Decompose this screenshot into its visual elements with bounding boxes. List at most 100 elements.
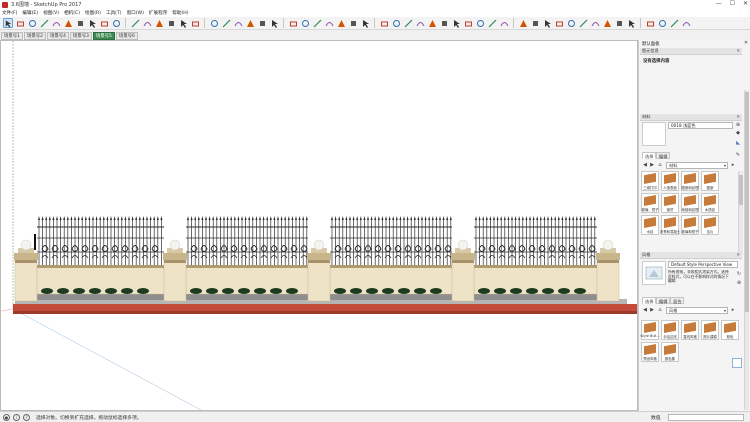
materials-tab-edit[interactable]: 编辑: [656, 152, 671, 159]
scene-tab-5[interactable]: 场景号5: [92, 32, 115, 40]
menu-view[interactable]: 视图(V): [43, 10, 59, 16]
curve-icon[interactable]: [463, 18, 473, 28]
materials-icon[interactable]: [312, 18, 322, 28]
material-item[interactable]: 地毯和纹理: [681, 193, 699, 213]
protractor-icon[interactable]: [542, 18, 552, 28]
fence-model[interactable]: [13, 216, 637, 314]
rotate-icon[interactable]: [130, 18, 140, 28]
export-icon[interactable]: [657, 18, 667, 28]
geo-location-icon[interactable]: ●: [3, 413, 10, 421]
styles-header[interactable]: 风格 ✕: [640, 252, 742, 259]
styles-collection-dropdown[interactable]: 风格 ▾: [666, 307, 728, 314]
styles-forward-icon[interactable]: ▶: [649, 307, 655, 313]
menu-window[interactable]: 窗口(W): [127, 10, 144, 16]
material-item[interactable]: 木质纹: [701, 193, 719, 213]
outer-shell-icon[interactable]: [403, 18, 413, 28]
scene-tab-1[interactable]: 场景号1: [1, 32, 23, 40]
pan-icon[interactable]: [233, 18, 243, 28]
sample-paint-dropper-icon[interactable]: ✎: [735, 152, 741, 158]
maximize-button[interactable]: ☐: [730, 0, 735, 7]
ruler-icon[interactable]: [518, 18, 528, 28]
arc-tool-icon[interactable]: [475, 18, 485, 28]
material-item[interactable]: 窗帘: [661, 193, 679, 213]
shape-dropdown-icon[interactable]: [87, 18, 97, 28]
scene-tab-4[interactable]: 场景号3: [69, 32, 92, 40]
arc-icon[interactable]: [51, 18, 61, 28]
orbit-icon[interactable]: [221, 18, 231, 28]
bezier-icon[interactable]: [487, 18, 497, 28]
position-camera-icon[interactable]: [626, 18, 636, 28]
line-dropdown-icon[interactable]: [39, 18, 49, 28]
walk-icon[interactable]: [602, 18, 612, 28]
style-item[interactable]: Style Buil...: [640, 320, 660, 340]
styles-icon[interactable]: [324, 18, 334, 28]
measurements-input[interactable]: [668, 414, 744, 421]
minimize-button[interactable]: —: [716, 0, 722, 7]
warehouse-icon[interactable]: [288, 18, 298, 28]
back-icon[interactable]: ◀: [642, 162, 648, 168]
material-name-field[interactable]: 0018 浅蓝色: [668, 122, 733, 129]
materials-close-icon[interactable]: ✕: [736, 115, 740, 120]
material-item[interactable]: 图案和纹理: [681, 171, 699, 191]
menu-file[interactable]: 文件(F): [2, 10, 17, 16]
components-icon[interactable]: [300, 18, 310, 28]
material-item[interactable]: 玻璃和镜子: [681, 215, 699, 235]
styles-close-icon[interactable]: ✕: [736, 253, 740, 258]
menu-camera[interactable]: 相机(C): [64, 10, 80, 16]
materials-scroll-thumb[interactable]: [739, 175, 743, 205]
materials-header[interactable]: 材料 ✕: [640, 114, 742, 121]
style-item[interactable]: 颜色集: [661, 342, 679, 362]
style-item[interactable]: 照片建模: [701, 320, 719, 340]
style-secondary-preview[interactable]: [732, 358, 742, 368]
model-view[interactable]: [1, 41, 637, 410]
union-icon[interactable]: [415, 18, 425, 28]
menu-extensions[interactable]: 扩展程序: [149, 10, 167, 16]
material-item[interactable]: 沥青和混凝土: [660, 215, 680, 235]
style-item[interactable]: 颜色: [721, 320, 739, 340]
entity-info-close-icon[interactable]: ✕: [736, 49, 740, 54]
material-item[interactable]: 水纹: [641, 215, 659, 235]
create-style-icon[interactable]: ⊕: [736, 280, 742, 286]
offset-icon[interactable]: [154, 18, 164, 28]
arc-dropdown-icon[interactable]: [63, 18, 73, 28]
split-icon[interactable]: [451, 18, 461, 28]
materials-collection-dropdown[interactable]: 材料 ▾: [666, 162, 728, 169]
zoom-extents-icon[interactable]: [257, 18, 267, 28]
forward-icon[interactable]: ▶: [649, 162, 655, 168]
dim-icon[interactable]: [530, 18, 540, 28]
create-material-icon[interactable]: ⊕: [735, 122, 741, 128]
style-item[interactable]: 预设风格: [641, 342, 659, 362]
credits-icon[interactable]: i: [13, 413, 20, 421]
material-item[interactable]: 瓦片: [701, 215, 719, 235]
material-item[interactable]: 人造表面: [661, 171, 679, 191]
follow-me-icon[interactable]: [379, 18, 389, 28]
tray-scrollbar[interactable]: [744, 90, 749, 410]
zoom-icon[interactable]: [245, 18, 255, 28]
scene-tab-3[interactable]: 场景号4: [46, 32, 69, 40]
render-icon[interactable]: [669, 18, 679, 28]
material-item[interactable]: 图案: [701, 171, 719, 191]
tape-measure-icon[interactable]: [166, 18, 176, 28]
trim-icon[interactable]: [439, 18, 449, 28]
camera-icon[interactable]: [590, 18, 600, 28]
menu-tools[interactable]: 工具(T): [106, 10, 122, 16]
tray-scroll-thumb[interactable]: [745, 92, 749, 312]
select-icon[interactable]: [3, 18, 13, 28]
push-pull-icon[interactable]: [99, 18, 109, 28]
styles-tab-mix[interactable]: 混合: [670, 297, 685, 304]
update-style-icon[interactable]: ↻: [736, 271, 742, 277]
details-arrow-icon[interactable]: ▸: [730, 162, 736, 168]
shape-icon[interactable]: [75, 18, 85, 28]
style-item[interactable]: 手绘边线: [661, 320, 679, 340]
style-item[interactable]: 直线风格: [681, 320, 699, 340]
axes-icon[interactable]: [190, 18, 200, 28]
extension-icon[interactable]: [336, 18, 346, 28]
layer-icon[interactable]: [566, 18, 576, 28]
styles-tab-edit[interactable]: 编辑: [656, 297, 671, 304]
close-button[interactable]: ✕: [743, 0, 748, 7]
subtract-icon[interactable]: [427, 18, 437, 28]
pencil-icon[interactable]: [27, 18, 37, 28]
scene-tab-2[interactable]: 场景号2: [23, 32, 46, 40]
eraser-icon[interactable]: [15, 18, 25, 28]
material-item[interactable]: 玻璃、镜子: [641, 193, 659, 213]
